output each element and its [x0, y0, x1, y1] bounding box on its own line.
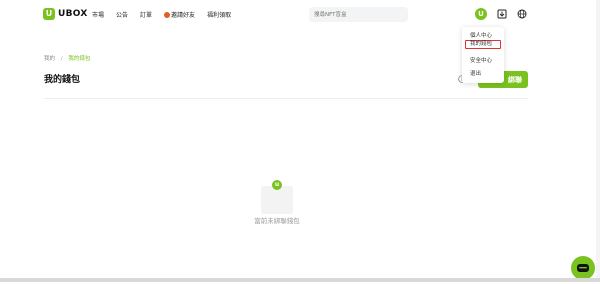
globe-icon[interactable] [517, 9, 527, 19]
menu-item-security[interactable]: 安全中心 [470, 56, 492, 64]
page-title: 我的錢包 [44, 75, 81, 85]
logo[interactable]: U UBOX [43, 8, 88, 20]
breadcrumb-item-mine[interactable]: 我的 [44, 56, 55, 62]
nav-links: 市場 公告 訂單 邀請好友 福利領取 [92, 10, 243, 19]
gift-icon [164, 11, 171, 18]
nav-link-invite-label: 邀請好友 [171, 12, 196, 19]
nav-link-announcements[interactable]: 公告 [116, 10, 128, 19]
download-icon[interactable] [497, 9, 507, 19]
chat-button[interactable] [571, 256, 595, 280]
empty-state: u 當前未綁聯錢包 [245, 180, 309, 230]
empty-wallet-image [261, 186, 293, 214]
user-dropdown-menu: 個人中心 我的錢包 安全中心 退出 [462, 27, 504, 83]
empty-state-message: 當前未綁聯錢包 [254, 217, 300, 225]
nav-link-market[interactable]: 市場 [92, 10, 104, 19]
nav-link-rewards[interactable]: 福利領取 [207, 10, 231, 19]
nav-link-invite[interactable]: 邀請好友 [164, 10, 195, 19]
breadcrumb-item-wallet: 我的錢包 [68, 56, 91, 62]
page-scrollbar[interactable] [596, 0, 600, 278]
horizontal-scrollbar[interactable] [0, 278, 600, 282]
empty-badge-icon: u [272, 180, 282, 190]
top-navbar: U UBOX 市場 公告 訂單 邀請好友 福利領取 U [0, 0, 600, 30]
breadcrumb: 我的 / 我的錢包 [44, 54, 90, 62]
logo-badge: U [43, 8, 55, 20]
logo-text: UBOX [58, 9, 88, 19]
divider [44, 98, 528, 99]
chat-icon [577, 264, 589, 272]
menu-item-profile[interactable]: 個人中心 [470, 31, 492, 39]
nav-link-orders[interactable]: 訂單 [140, 10, 152, 19]
search-input[interactable] [309, 7, 408, 22]
menu-item-logout[interactable]: 退出 [470, 69, 481, 77]
avatar[interactable]: U [475, 8, 487, 20]
menu-item-wallet[interactable]: 我的錢包 [465, 40, 501, 49]
breadcrumb-separator: / [60, 56, 63, 62]
